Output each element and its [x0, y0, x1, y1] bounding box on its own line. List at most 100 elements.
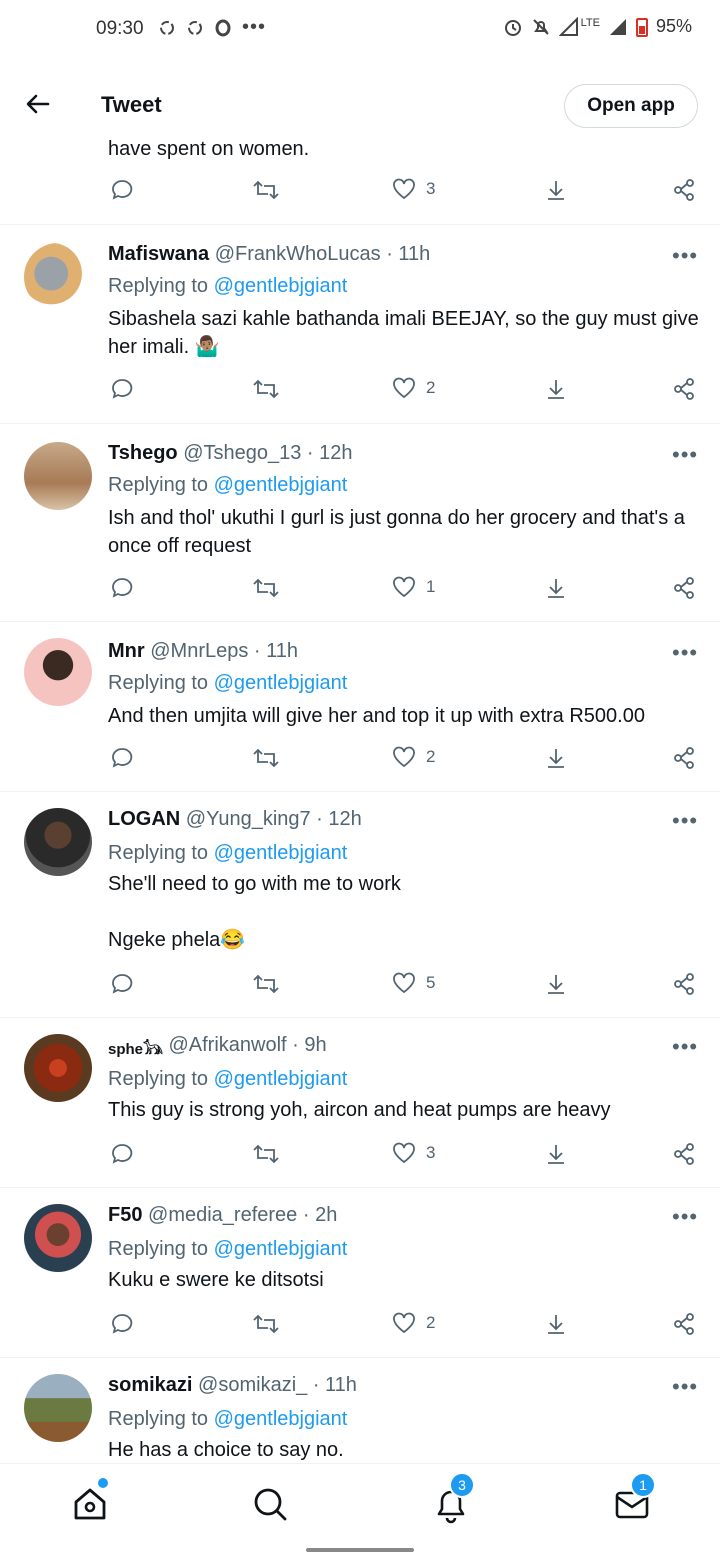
open-app-button[interactable]: Open app: [564, 84, 698, 128]
reply-icon[interactable]: [110, 377, 134, 401]
status-time: 09:30: [96, 18, 144, 39]
author-name[interactable]: Tshego: [108, 442, 178, 464]
download-icon[interactable]: [544, 178, 568, 202]
share-icon[interactable]: [672, 178, 696, 202]
author-name[interactable]: Mafiswana: [108, 243, 209, 265]
more-options-icon[interactable]: •••: [672, 243, 698, 269]
avatar[interactable]: [24, 1034, 92, 1102]
tweet-item[interactable]: LOGAN @Yung_king7 · 12h ••• Replying to …: [0, 792, 720, 1017]
download-icon[interactable]: [544, 377, 568, 401]
reply-icon[interactable]: [110, 972, 134, 996]
more-options-icon[interactable]: •••: [672, 1034, 698, 1060]
reply-icon[interactable]: [110, 746, 134, 770]
more-options-icon[interactable]: •••: [672, 1374, 698, 1400]
retweet-icon[interactable]: [252, 178, 280, 202]
status-bar: 09:30 ••• LTE 95%: [0, 0, 720, 58]
tweet-text: This guy is strong yoh, aircon and heat …: [108, 1099, 611, 1121]
tweet-item[interactable]: somikazi @somikazi_ · 11h ••• Replying t…: [0, 1358, 720, 1463]
replying-handle[interactable]: @gentlebjgiant: [214, 672, 348, 694]
like-icon[interactable]: [392, 746, 416, 768]
home-indicator[interactable]: [306, 1548, 414, 1552]
like-count: 3: [426, 179, 436, 198]
download-icon[interactable]: [544, 746, 568, 770]
avatar[interactable]: [24, 1374, 92, 1442]
download-icon[interactable]: [544, 1312, 568, 1336]
sync-icon: [160, 20, 174, 35]
like-icon[interactable]: [392, 377, 416, 399]
replying-handle[interactable]: @gentlebjgiant: [214, 275, 348, 297]
like-icon[interactable]: [392, 178, 416, 200]
reply-icon[interactable]: [110, 1142, 134, 1166]
retweet-icon[interactable]: [252, 1142, 280, 1166]
share-icon[interactable]: [672, 1312, 696, 1336]
reply-icon[interactable]: [110, 178, 134, 202]
nav-home[interactable]: [70, 1478, 110, 1524]
page-title: Tweet: [101, 92, 162, 117]
nav-search[interactable]: [250, 1484, 290, 1524]
more-options-icon[interactable]: •••: [672, 1204, 698, 1230]
tweet-item[interactable]: Mnr @MnrLeps · 11h ••• Replying to @gent…: [0, 622, 720, 791]
battery-percent: 95%: [655, 16, 692, 36]
more-options-icon[interactable]: •••: [672, 442, 698, 468]
replying-label: Replying to: [108, 672, 209, 694]
status-left-icons: •••: [158, 16, 266, 39]
like-icon[interactable]: [392, 1142, 416, 1164]
reply-icon[interactable]: [110, 1312, 134, 1336]
more-options-icon[interactable]: •••: [672, 808, 698, 834]
tweet-text: He has a choice to say no.: [108, 1439, 344, 1461]
download-icon[interactable]: [544, 972, 568, 996]
action-row: 2: [108, 1312, 698, 1342]
like-icon[interactable]: [392, 576, 416, 598]
replying-handle[interactable]: @gentlebjgiant: [214, 1238, 348, 1260]
share-icon[interactable]: [672, 746, 696, 770]
replying-label: Replying to: [108, 1408, 209, 1430]
signal-icon: [609, 18, 626, 35]
prev-tweet-text: have spent on women.: [108, 138, 310, 160]
tweet-item[interactable]: Mafiswana @FrankWhoLucas · 11h ••• Reply…: [0, 225, 720, 423]
replying-handle[interactable]: @gentlebjgiant: [214, 1408, 348, 1430]
retweet-icon[interactable]: [252, 576, 280, 600]
download-icon[interactable]: [544, 576, 568, 600]
author-name[interactable]: somikazi: [108, 1374, 192, 1396]
status-right: LTE 95%: [503, 16, 692, 37]
tweet-item[interactable]: Tshego @Tshego_13 · 12h ••• Replying to …: [0, 424, 720, 622]
share-icon[interactable]: [672, 576, 696, 600]
replying-handle[interactable]: @gentlebjgiant: [214, 842, 348, 864]
avatar[interactable]: [24, 243, 92, 311]
replying-handle[interactable]: @gentlebjgiant: [214, 1068, 348, 1090]
avatar[interactable]: [24, 442, 92, 510]
tweet-item[interactable]: sphe𓃥 @Afrikanwolf · 9h ••• Replying to …: [0, 1018, 720, 1187]
author-name[interactable]: Mnr: [108, 640, 145, 662]
tweet-item[interactable]: F50 @media_referee · 2h ••• Replying to …: [0, 1188, 720, 1357]
like-icon[interactable]: [392, 972, 416, 994]
alarm-icon: [504, 19, 521, 36]
share-icon[interactable]: [672, 1142, 696, 1166]
action-row: 2: [108, 746, 698, 776]
notifications-badge: 3: [449, 1472, 475, 1498]
tweet-text: Sibashela sazi kahle bathanda imali BEEJ…: [108, 308, 699, 358]
retweet-icon[interactable]: [252, 972, 280, 996]
nav-messages[interactable]: 1: [612, 1472, 656, 1524]
more-options-icon[interactable]: •••: [672, 640, 698, 666]
replying-label: Replying to: [108, 275, 209, 297]
replying-handle[interactable]: @gentlebjgiant: [214, 474, 348, 496]
avatar[interactable]: [24, 808, 92, 876]
share-icon[interactable]: [672, 972, 696, 996]
avatar[interactable]: [24, 638, 92, 706]
retweet-icon[interactable]: [252, 746, 280, 770]
author-name[interactable]: sphe𓃥: [108, 1041, 163, 1058]
nav-notifications[interactable]: 3: [431, 1472, 475, 1524]
download-icon[interactable]: [544, 1142, 568, 1166]
signal-icon: [558, 16, 578, 36]
author-name[interactable]: LOGAN: [108, 808, 180, 830]
share-icon[interactable]: [672, 377, 696, 401]
retweet-icon[interactable]: [252, 377, 280, 401]
reply-icon[interactable]: [110, 576, 134, 600]
like-count: 2: [426, 378, 436, 397]
author-name[interactable]: F50: [108, 1204, 142, 1226]
retweet-icon[interactable]: [252, 1312, 280, 1336]
action-row: 1: [108, 576, 698, 606]
like-icon[interactable]: [392, 1312, 416, 1334]
avatar[interactable]: [24, 1204, 92, 1272]
back-arrow-icon[interactable]: [22, 88, 54, 120]
